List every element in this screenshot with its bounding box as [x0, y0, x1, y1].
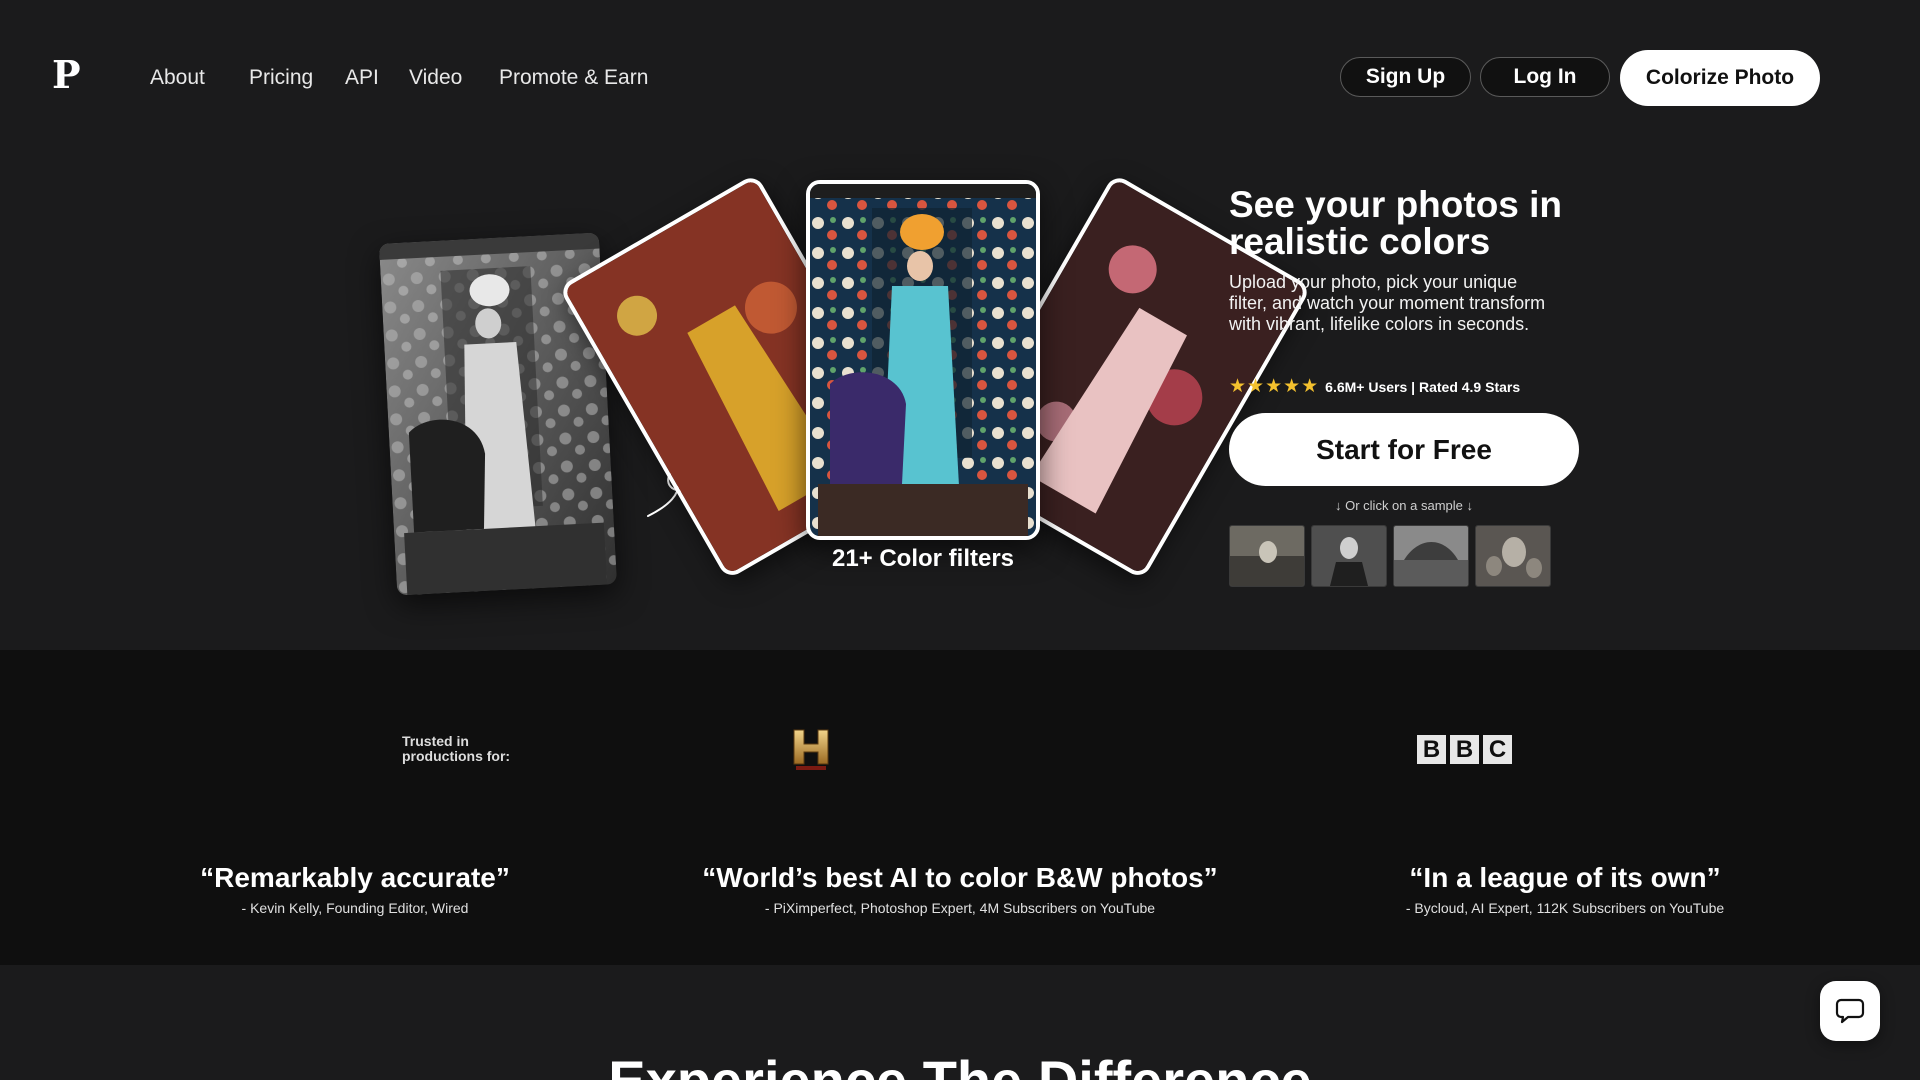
- quote-author: - Kevin Kelly, Founding Editor, Wired: [241, 900, 469, 916]
- nav-pricing[interactable]: Pricing: [249, 66, 313, 90]
- bbc-letter: B: [1450, 735, 1479, 764]
- quote-text: “Remarkably accurate”: [200, 862, 510, 893]
- rating-text: 6.6M+ Users | Rated 4.9 Stars: [1325, 378, 1521, 395]
- section-heading: Experience The Difference: [0, 1053, 1920, 1080]
- hero-title: See your photos in realistic colors: [1229, 184, 1563, 262]
- sample-thumbnail[interactable]: [1475, 525, 1551, 587]
- sample-thumbnail[interactable]: [1311, 525, 1387, 587]
- color-filters-caption: 21+ Color filters: [831, 545, 1015, 572]
- experience-section: Experience The Difference: [0, 965, 1920, 1080]
- quote-author: - Bycloud, AI Expert, 112K Subscribers o…: [1405, 900, 1725, 916]
- quote-card: “In a league of its own” - Bycloud, AI E…: [1360, 862, 1770, 916]
- colorized-photo-card: [806, 180, 1040, 540]
- trusted-section: Trusted in productions for: B B C “Remar…: [0, 650, 1920, 965]
- start-for-free-button[interactable]: Start for Free: [1229, 413, 1579, 486]
- sample-hint: ↓ Or click on a sample ↓: [1335, 498, 1473, 513]
- trusted-label: Trusted in productions for:: [402, 733, 511, 764]
- chat-bubble-icon[interactable]: [1820, 981, 1880, 1041]
- history-logo-icon: [790, 726, 832, 772]
- bbc-letter: C: [1483, 735, 1512, 764]
- sign-up-button[interactable]: Sign Up: [1340, 57, 1471, 97]
- star-icon: ★★★★★: [1229, 376, 1320, 397]
- nav-video[interactable]: Video: [409, 66, 462, 90]
- nav-about[interactable]: About: [150, 66, 205, 90]
- bbc-logo: B B C: [1417, 735, 1512, 764]
- bbc-letter: B: [1417, 735, 1446, 764]
- sample-thumbnail[interactable]: [1229, 525, 1305, 587]
- nav-promote-earn[interactable]: Promote & Earn: [499, 66, 648, 90]
- quote-text: “World’s best AI to color B&W photos”: [702, 862, 1218, 893]
- logo-p-icon[interactable]: P: [52, 56, 81, 94]
- hero-subtitle: Upload your photo, pick your unique filt…: [1229, 272, 1546, 334]
- quote-card: “Remarkably accurate” - Kevin Kelly, Fou…: [160, 862, 550, 916]
- colorize-photo-button[interactable]: Colorize Photo: [1620, 50, 1820, 106]
- nav-api[interactable]: API: [345, 66, 379, 90]
- quote-author: - PiXimperfect, Photoshop Expert, 4M Sub…: [764, 900, 1156, 916]
- quote-card: “World’s best AI to color B&W photos” - …: [690, 862, 1230, 916]
- sample-thumbnail[interactable]: [1393, 525, 1469, 587]
- site-header: P About Pricing API Video Promote & Earn…: [0, 0, 1920, 160]
- quote-text: “In a league of its own”: [1409, 862, 1721, 893]
- rating-row: ★★★★★ 6.6M+ Users | Rated 4.9 Stars: [1229, 375, 1520, 398]
- log-in-button[interactable]: Log In: [1480, 57, 1610, 97]
